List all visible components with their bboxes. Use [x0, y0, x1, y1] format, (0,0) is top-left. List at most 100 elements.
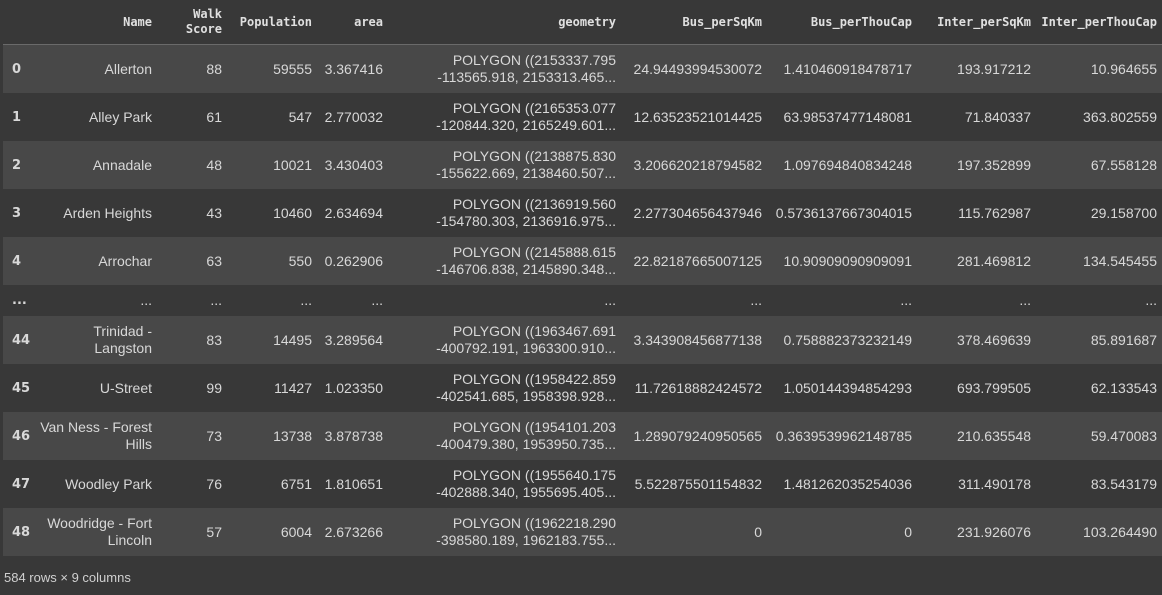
cell-geometry: POLYGON ((1963467.691 -400792.191, 19633… — [436, 323, 616, 356]
cell-population: 550 — [288, 252, 312, 269]
cell-area: 2.673266 — [324, 523, 383, 540]
cell-geometry: POLYGON ((2136919.560 -154780.303, 21369… — [436, 196, 616, 229]
cell-inter-persqkm: ... — [1019, 292, 1031, 308]
table-row: 4 Arrochar 63 550 0.262906 POLYGON ((2145888.… — [3, 237, 1162, 285]
table-row: 1 Alley Park 61 547 2.770032 POLYGON ((216535… — [3, 93, 1162, 141]
column-header-inter-persqkm: Inter_perSqKm — [918, 0, 1037, 45]
cell-inter-perthoucap: 29.158700 — [1090, 204, 1157, 221]
cell-geometry: POLYGON ((1962218.290 -398580.189, 19621… — [436, 515, 616, 548]
column-header-bus-perthoucap: Bus_perThouCap — [768, 0, 918, 45]
cell-name: Trinidad - Langston — [93, 323, 152, 356]
cell-walk-score: 76 — [206, 475, 222, 492]
column-header-bus-persqkm: Bus_perSqKm — [622, 0, 768, 45]
table-row: 2 Annadale 48 10021 3.430403 POLYGON ((213887… — [3, 141, 1162, 189]
cell-walk-score: 99 — [206, 379, 222, 396]
cell-inter-perthoucap: 134.545455 — [1083, 252, 1157, 269]
table-row: 45 U-Street 99 11427 1.023350 POLYGON ((19584… — [3, 364, 1162, 412]
cell-bus-perthoucap: 0 — [904, 523, 912, 540]
cell-name: Annadale — [92, 156, 152, 173]
cell-bus-persqkm: 1.289079240950565 — [633, 427, 762, 444]
cell-walk-score: 61 — [206, 108, 222, 125]
column-header-population: Population — [228, 0, 318, 45]
cell-area: 3.289564 — [324, 331, 383, 348]
cell-bus-perthoucap: 0.5736137667304015 — [775, 204, 912, 221]
cell-area: 2.634694 — [324, 204, 383, 221]
cell-walk-score: 43 — [206, 204, 222, 221]
cell-geometry: POLYGON ((1958422.859 -402541.685, 19583… — [436, 371, 616, 404]
cell-name: Arden Heights — [63, 204, 152, 221]
cell-geometry: POLYGON ((1955640.175 -402888.340, 19556… — [436, 467, 616, 500]
cell-geometry: POLYGON ((2145888.615 -146706.838, 21458… — [436, 244, 616, 277]
cell-bus-perthoucap: 0.758882373232149 — [783, 331, 912, 348]
table-row: 44 Trinidad - Langston 83 14495 3.289564 POLY… — [3, 316, 1162, 364]
cell-inter-persqkm: 197.352899 — [957, 156, 1031, 173]
cell-bus-persqkm: 2.277304656437946 — [633, 204, 762, 221]
cell-inter-persqkm: 210.635548 — [957, 427, 1031, 444]
cell-inter-perthoucap: 83.543179 — [1090, 475, 1157, 492]
dataframe-table: Name Walk Score Population area geometry Bus_p… — [3, 0, 1162, 556]
cell-walk-score: 48 — [206, 156, 222, 173]
cell-population: ... — [300, 292, 312, 308]
row-index: 3 — [12, 205, 22, 221]
cell-inter-persqkm: 693.799505 — [957, 379, 1031, 396]
cell-population: 10460 — [273, 204, 312, 221]
table-header: Name Walk Score Population area geometry Bus_p… — [3, 0, 1162, 45]
cell-bus-perthoucap: 0.3639539962148785 — [775, 427, 912, 444]
cell-bus-perthoucap: ... — [900, 292, 912, 308]
cell-walk-score: 83 — [206, 331, 222, 348]
row-index: 2 — [12, 157, 22, 173]
table-row: 46 Van Ness - Forest Hills 73 13738 3.878738… — [3, 412, 1162, 460]
table-row: 47 Woodley Park 76 6751 1.810651 POLYGON ((19… — [3, 460, 1162, 508]
column-header-inter-perthoucap: Inter_perThouCap — [1037, 0, 1162, 45]
cell-bus-persqkm: ... — [750, 292, 762, 308]
cell-bus-persqkm: 24.94493994530072 — [633, 60, 762, 77]
cell-walk-score: 57 — [206, 523, 222, 540]
cell-inter-perthoucap: 85.891687 — [1090, 331, 1157, 348]
table-body: 0 Allerton 88 59555 3.367416 POLYGON ((215333… — [3, 44, 1162, 556]
cell-population: 14495 — [273, 331, 312, 348]
cell-area: 3.367416 — [324, 60, 383, 77]
cell-bus-persqkm: 11.72618882424572 — [634, 379, 762, 396]
cell-inter-perthoucap: 67.558128 — [1090, 156, 1157, 173]
ellipsis-row: .............................. — [3, 285, 1162, 316]
column-header-idx — [3, 0, 33, 45]
row-index: 4 — [12, 253, 22, 269]
row-index: 47 — [12, 476, 31, 492]
cell-area: 1.023350 — [324, 379, 383, 396]
cell-population: 59555 — [273, 60, 312, 77]
cell-population: 13738 — [273, 427, 312, 444]
table-row: 3 Arden Heights 43 10460 2.634694 POLYGON ((2… — [3, 189, 1162, 237]
table-row: 48 Woodridge - Fort Lincoln 57 6004 2.673266… — [3, 508, 1162, 556]
cell-inter-persqkm: 115.762987 — [958, 204, 1031, 221]
cell-geometry: POLYGON ((2138875.830 -155622.669, 21384… — [436, 148, 616, 181]
cell-inter-persqkm: 311.490178 — [958, 475, 1031, 492]
cell-geometry: POLYGON ((1954101.203 -400479.380, 19539… — [436, 419, 616, 452]
cell-bus-perthoucap: 1.410460918478717 — [783, 60, 912, 77]
cell-bus-persqkm: 3.343908456877138 — [633, 331, 762, 348]
cell-geometry: POLYGON ((2153337.795 -113565.918, 21533… — [437, 52, 616, 85]
cell-name: Woodridge - Fort Lincoln — [47, 515, 152, 548]
cell-area: 2.770032 — [324, 108, 383, 125]
cell-inter-perthoucap: 103.264490 — [1083, 523, 1157, 540]
cell-population: 6004 — [280, 523, 312, 540]
column-header-geometry: geometry — [389, 0, 622, 45]
cell-bus-perthoucap: 1.097694840834248 — [783, 156, 912, 173]
cell-bus-persqkm: 12.63523521014425 — [633, 108, 762, 125]
cell-inter-persqkm: 71.840337 — [964, 108, 1031, 125]
cell-walk-score: 73 — [206, 427, 222, 444]
cell-bus-perthoucap: 63.98537477148081 — [783, 108, 912, 125]
header-row: Name Walk Score Population area geometry Bus_p… — [3, 0, 1162, 45]
cell-inter-perthoucap: 62.133543 — [1090, 379, 1157, 396]
column-header-name: Name — [33, 0, 158, 45]
cell-area: 3.430403 — [324, 156, 383, 173]
cell-area: ... — [371, 292, 383, 308]
cell-population: 6751 — [280, 475, 312, 492]
cell-bus-perthoucap: 1.481262035254036 — [783, 475, 912, 492]
cell-name: Arrochar — [98, 252, 152, 269]
cell-inter-persqkm: 378.469639 — [957, 331, 1031, 348]
row-index: 0 — [12, 61, 22, 77]
cell-walk-score: 63 — [206, 252, 222, 269]
cell-walk-score: ... — [210, 292, 222, 308]
cell-bus-persqkm: 5.522875501154832 — [634, 475, 762, 492]
cell-inter-persqkm: 231.926076 — [957, 523, 1031, 540]
